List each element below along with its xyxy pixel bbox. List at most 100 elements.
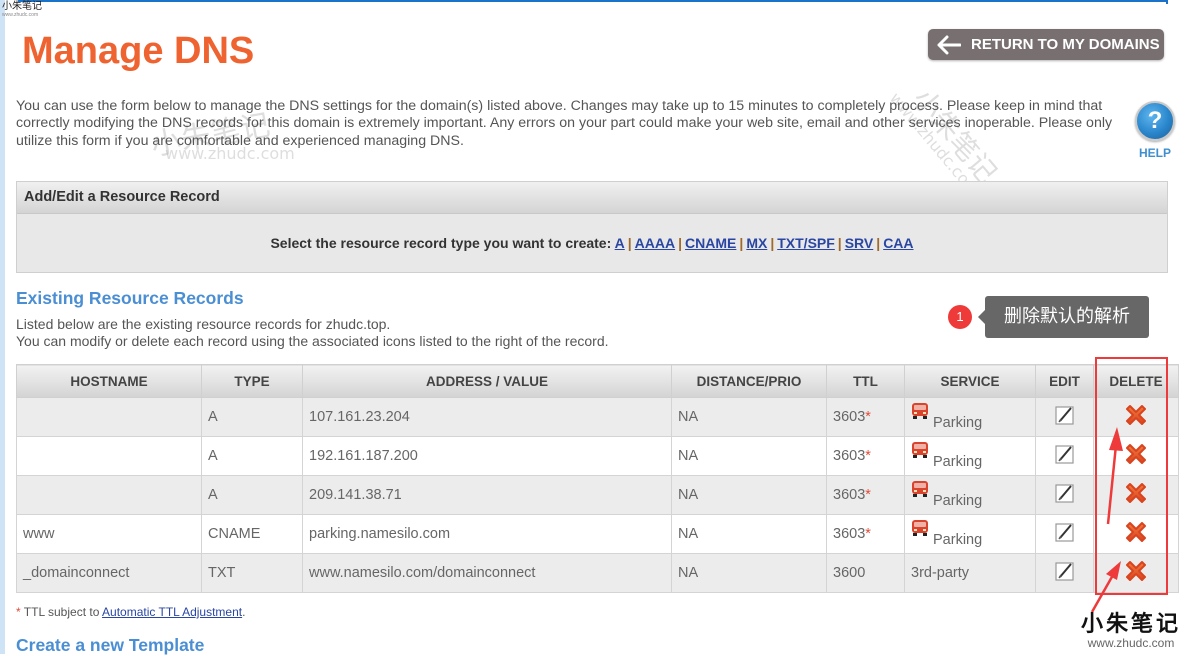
watermark-url-large: www.zhudc.com [1087, 636, 1175, 650]
delete-icon[interactable] [1123, 558, 1149, 584]
service-label: Parking [933, 492, 983, 509]
annotation-step-badge: 1 [948, 305, 972, 329]
help-question-icon: ? [1135, 101, 1175, 141]
edit-icon[interactable] [1054, 405, 1075, 425]
cell-edit [1035, 436, 1094, 476]
delete-icon[interactable] [1123, 519, 1149, 545]
separator: | [770, 235, 775, 251]
existing-records-heading: Existing Resource Records [16, 288, 244, 308]
cell-service: 3rd-party [904, 553, 1036, 593]
truck-icon [911, 480, 929, 498]
delete-icon[interactable] [1123, 402, 1149, 428]
service-label: 3rd-party [911, 565, 970, 581]
cell-hostname: _domainconnect [16, 553, 202, 593]
cell-ttl: 3603* [826, 475, 905, 515]
edit-icon[interactable] [1054, 561, 1075, 581]
record-type-link-aaaa[interactable]: AAAA [635, 235, 675, 251]
footnote-end: . [242, 605, 246, 619]
desc-line-1: Listed below are the existing resource r… [16, 316, 391, 332]
cell-edit [1035, 475, 1094, 515]
table-row: A 192.161.187.200 NA 3603* Parking [16, 436, 1179, 476]
panel-title: Add/Edit a Resource Record [17, 182, 1167, 214]
cell-value: 107.161.23.204 [302, 397, 672, 437]
table-row: www CNAME parking.namesilo.com NA 3603* Parki… [16, 514, 1179, 554]
cell-edit [1035, 514, 1094, 554]
dns-records-table: HOSTNAME TYPE ADDRESS / VALUE DISTANCE/P… [16, 364, 1179, 593]
separator: | [837, 235, 842, 251]
arrow-left-icon [937, 35, 961, 54]
cell-hostname [16, 475, 202, 515]
ttl-footnote: * TTL subject to Automatic TTL Adjustmen… [16, 605, 245, 619]
separator: | [739, 235, 744, 251]
record-type-link-caa[interactable]: CAA [883, 235, 913, 251]
cell-delete [1093, 397, 1179, 437]
record-type-link-txt-spf[interactable]: TXT/SPF [777, 235, 835, 251]
edit-icon[interactable] [1054, 522, 1075, 542]
cell-delete [1093, 436, 1179, 476]
cell-edit [1035, 397, 1094, 437]
col-edit: EDIT [1035, 364, 1094, 398]
return-button-label: RETURN TO MY DOMAINS [971, 36, 1160, 53]
service-label: Parking [933, 531, 983, 548]
create-template-heading: Create a new Template [16, 635, 205, 655]
delete-icon[interactable] [1123, 480, 1149, 506]
cell-hostname [16, 397, 202, 437]
cell-distance-prio: NA [671, 553, 827, 593]
record-type-link-srv[interactable]: SRV [845, 235, 874, 251]
add-edit-record-panel: Add/Edit a Resource Record Select the re… [16, 181, 1168, 273]
separator: | [678, 235, 683, 251]
record-type-prompt: Select the resource record type you want… [270, 235, 612, 251]
cell-service: Parking [904, 397, 1036, 437]
col-type: TYPE [201, 364, 303, 398]
automatic-ttl-link[interactable]: Automatic TTL Adjustment [102, 605, 242, 619]
truck-icon [911, 402, 929, 420]
annotation-tooltip: 删除默认的解析 [978, 296, 1149, 338]
separator: | [627, 235, 632, 251]
ttl-value: 3600 [833, 565, 866, 581]
col-service: SERVICE [904, 364, 1036, 398]
edit-icon[interactable] [1054, 444, 1075, 464]
desc-line-2: You can modify or delete each record usi… [16, 333, 609, 349]
ttl-star: * [865, 409, 871, 425]
ttl-value: 3603 [833, 409, 866, 425]
top-border-line [18, 0, 1168, 2]
window-left-edge [0, 0, 5, 654]
cell-delete [1093, 553, 1179, 593]
table-header-row: HOSTNAME TYPE ADDRESS / VALUE DISTANCE/P… [16, 364, 1179, 398]
col-distance-prio: DISTANCE/PRIO [671, 364, 827, 398]
record-type-link-cname[interactable]: CNAME [685, 235, 736, 251]
cell-type: A [201, 475, 303, 515]
watermark-logo-small: 小朱笔记 www.zhudc.com [2, 2, 42, 19]
record-type-link-a[interactable]: A [615, 235, 625, 251]
separator: | [876, 235, 881, 251]
cell-distance-prio: NA [671, 436, 827, 476]
col-ttl: TTL [826, 364, 905, 398]
cell-distance-prio: NA [671, 397, 827, 437]
table-row: A 107.161.23.204 NA 3603* Parking [16, 397, 1179, 437]
ttl-star: * [865, 448, 871, 464]
cell-delete [1093, 514, 1179, 554]
cell-distance-prio: NA [671, 475, 827, 515]
record-type-link-mx[interactable]: MX [746, 235, 767, 251]
intro-text: You can use the form below to manage the… [16, 98, 1113, 149]
cell-type: A [201, 397, 303, 437]
watermark-logo-large: 小朱笔记 www.zhudc.com [1081, 612, 1181, 650]
cell-delete [1093, 475, 1179, 515]
help-label: HELP [1138, 146, 1171, 160]
ttl-star: * [865, 487, 871, 503]
cell-value: parking.namesilo.com [302, 514, 672, 554]
cell-value: www.namesilo.com/domainconnect [302, 553, 672, 593]
help-button[interactable]: ? HELP [1134, 101, 1176, 160]
return-to-domains-button[interactable]: RETURN TO MY DOMAINS [928, 29, 1164, 60]
ttl-value: 3603 [833, 526, 866, 542]
table-row: _domainconnect TXT www.namesilo.com/domain… [16, 553, 1179, 593]
cell-service: Parking [904, 475, 1036, 515]
col-delete: DELETE [1093, 364, 1179, 398]
delete-icon[interactable] [1123, 441, 1149, 467]
col-address: ADDRESS / VALUE [302, 364, 672, 398]
edit-icon[interactable] [1054, 483, 1075, 503]
cell-service: Parking [904, 514, 1036, 554]
existing-records-description: Listed below are the existing resource r… [16, 316, 609, 350]
cell-ttl: 3600 [826, 553, 905, 593]
cell-type: TXT [201, 553, 303, 593]
